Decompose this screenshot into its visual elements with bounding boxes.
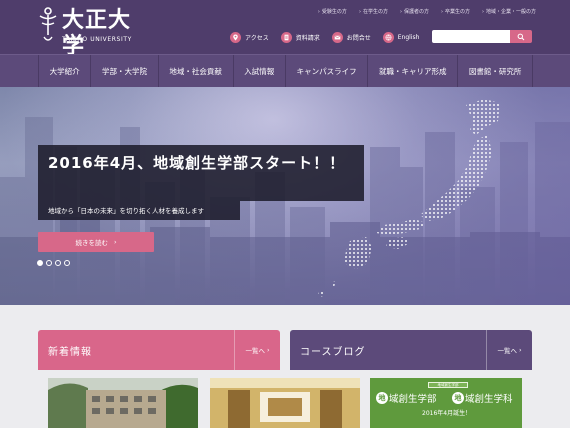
search-icon: [517, 33, 525, 40]
nav-item-faculties[interactable]: 学部・大学院: [90, 55, 157, 88]
nav-item-career[interactable]: 就職・キャリア形成: [367, 55, 457, 88]
hero-headline-box: 2016年4月、地域創生学部スタート！！: [38, 145, 364, 201]
read-more-button[interactable]: 続きを読む ›: [38, 232, 154, 252]
audience-links: › 受験生の方 › 在学生の方 › 保護者の方 › 卒業生の方 › 地域・企業・一般の方: [317, 8, 536, 16]
chevron-right-icon: ›: [440, 8, 443, 15]
link-community[interactable]: › 地域・企業・一般の方: [481, 8, 536, 16]
map-pin-icon: [230, 31, 241, 43]
utility-links: アクセス 資料請求 お問合せ English: [230, 30, 431, 44]
hero-subline: 地域から「日本の未来」を切り拓く人材を養成します: [48, 207, 204, 215]
logo-subtitle: TAISHO UNIVERSITY: [62, 36, 132, 43]
chevron-right-icon: ›: [518, 346, 522, 354]
chevron-right-icon: ›: [113, 238, 117, 246]
search-button[interactable]: [510, 30, 532, 43]
department-name-text: 域創生学科: [465, 394, 513, 405]
department-circle-char: 地: [452, 392, 464, 404]
link-current-students[interactable]: › 在学生の方: [358, 8, 388, 16]
site-header: 大正大学 TAISHO UNIVERSITY › 受験生の方 › 在学生の方 › 保護…: [0, 0, 570, 59]
faculty-launch-date: 2016年4月誕生！: [422, 410, 472, 417]
chevron-right-icon: ›: [317, 8, 320, 15]
news-panel-header: 新着情報 一覧へ ›: [38, 330, 280, 370]
nav-item-about[interactable]: 大学紹介: [38, 55, 90, 88]
hero-slider: 2016年4月、地域創生学部スタート！！ 地域から「日本の未来」を切り拓く人材を…: [0, 87, 570, 305]
news-thumbnail-event[interactable]: [210, 378, 360, 428]
read-more-label: 続きを読む: [75, 239, 108, 247]
access-label: アクセス: [245, 34, 269, 42]
contact-link[interactable]: お問合せ: [331, 31, 371, 43]
search-input[interactable]: [432, 30, 510, 43]
news-more-label: 一覧へ: [245, 347, 265, 355]
brochure-link[interactable]: 資料請求: [280, 31, 320, 43]
logo-title: 大正大学: [62, 8, 132, 59]
access-link[interactable]: アクセス: [230, 31, 269, 43]
document-icon: [280, 31, 292, 43]
chevron-right-icon: ›: [358, 8, 361, 15]
university-logo[interactable]: 大正大学 TAISHO UNIVERSITY: [38, 7, 148, 59]
mail-icon: [331, 31, 343, 43]
blog-more-link[interactable]: 一覧へ ›: [486, 330, 532, 370]
blog-more-label: 一覧へ: [497, 347, 517, 355]
blog-panel-header: コースブログ 一覧へ ›: [290, 330, 532, 370]
slider-dot-2[interactable]: [46, 260, 52, 266]
logo-emblem-icon: [39, 7, 57, 41]
global-nav-items: 大学紹介 学部・大学院 地域・社会貢献 入試情報 キャンパスライフ 就職・キャリ…: [38, 55, 534, 88]
link-parents[interactable]: › 保護者の方: [399, 8, 429, 16]
slider-dot-3[interactable]: [55, 260, 61, 266]
site-search: [432, 30, 532, 43]
contact-label: お問合せ: [346, 34, 371, 42]
hero-subline-box: 地域から「日本の未来」を切り拓く人材を養成します: [38, 201, 240, 220]
building-photo: [48, 378, 198, 428]
global-nav: 大学紹介 学部・大学院 地域・社会貢献 入試情報 キャンパスライフ 就職・キャリ…: [0, 54, 570, 88]
slider-dots: [37, 260, 70, 266]
nav-item-library[interactable]: 図書館・研究所: [457, 55, 534, 88]
link-label: 受験生の方: [321, 9, 347, 15]
news-more-link[interactable]: 一覧へ ›: [234, 330, 280, 370]
chevron-right-icon: ›: [481, 8, 484, 15]
link-label: 卒業生の方: [444, 9, 470, 15]
event-photo: [210, 378, 360, 428]
link-label: 在学生の方: [362, 9, 388, 15]
globe-icon: [382, 31, 394, 43]
chevron-right-icon: ›: [266, 346, 270, 354]
english-label: English: [397, 33, 420, 41]
nav-item-community[interactable]: 地域・社会貢献: [157, 55, 233, 88]
news-title: 新着情報: [48, 346, 92, 358]
slider-dot-1[interactable]: [37, 260, 43, 266]
content-area: 新着情報 一覧へ › コースブログ 一覧へ › 地域創生学部 地 域創生学部 地…: [0, 305, 570, 428]
slider-dot-4[interactable]: [64, 260, 70, 266]
chevron-right-icon: ›: [399, 8, 402, 15]
faculty-name-line: 地 域創生学部: [376, 391, 437, 405]
faculty-badge: 地域創生学部: [428, 382, 468, 388]
blog-title: コースブログ: [300, 346, 366, 358]
link-prospective-students[interactable]: › 受験生の方: [317, 8, 347, 16]
faculty-name-text: 域創生学部: [389, 394, 437, 405]
link-label: 地域・企業・一般の方: [485, 9, 536, 15]
brochure-label: 資料請求: [295, 34, 320, 42]
link-label: 保護者の方: [403, 9, 429, 15]
nav-item-campus-life[interactable]: キャンパスライフ: [284, 55, 367, 88]
blog-thumbnail-faculty[interactable]: 地域創生学部 地 域創生学部 地 域創生学科 2016年4月誕生！: [370, 378, 522, 428]
english-link[interactable]: English: [382, 31, 420, 43]
faculty-circle-char: 地: [376, 392, 388, 404]
link-alumni[interactable]: › 卒業生の方: [440, 8, 470, 16]
nav-item-admissions[interactable]: 入試情報: [232, 55, 285, 88]
hero-headline: 2016年4月、地域創生学部スタート！！: [48, 154, 346, 172]
department-name-line: 地 域創生学科: [452, 391, 513, 405]
news-thumbnail-building[interactable]: [48, 378, 198, 428]
